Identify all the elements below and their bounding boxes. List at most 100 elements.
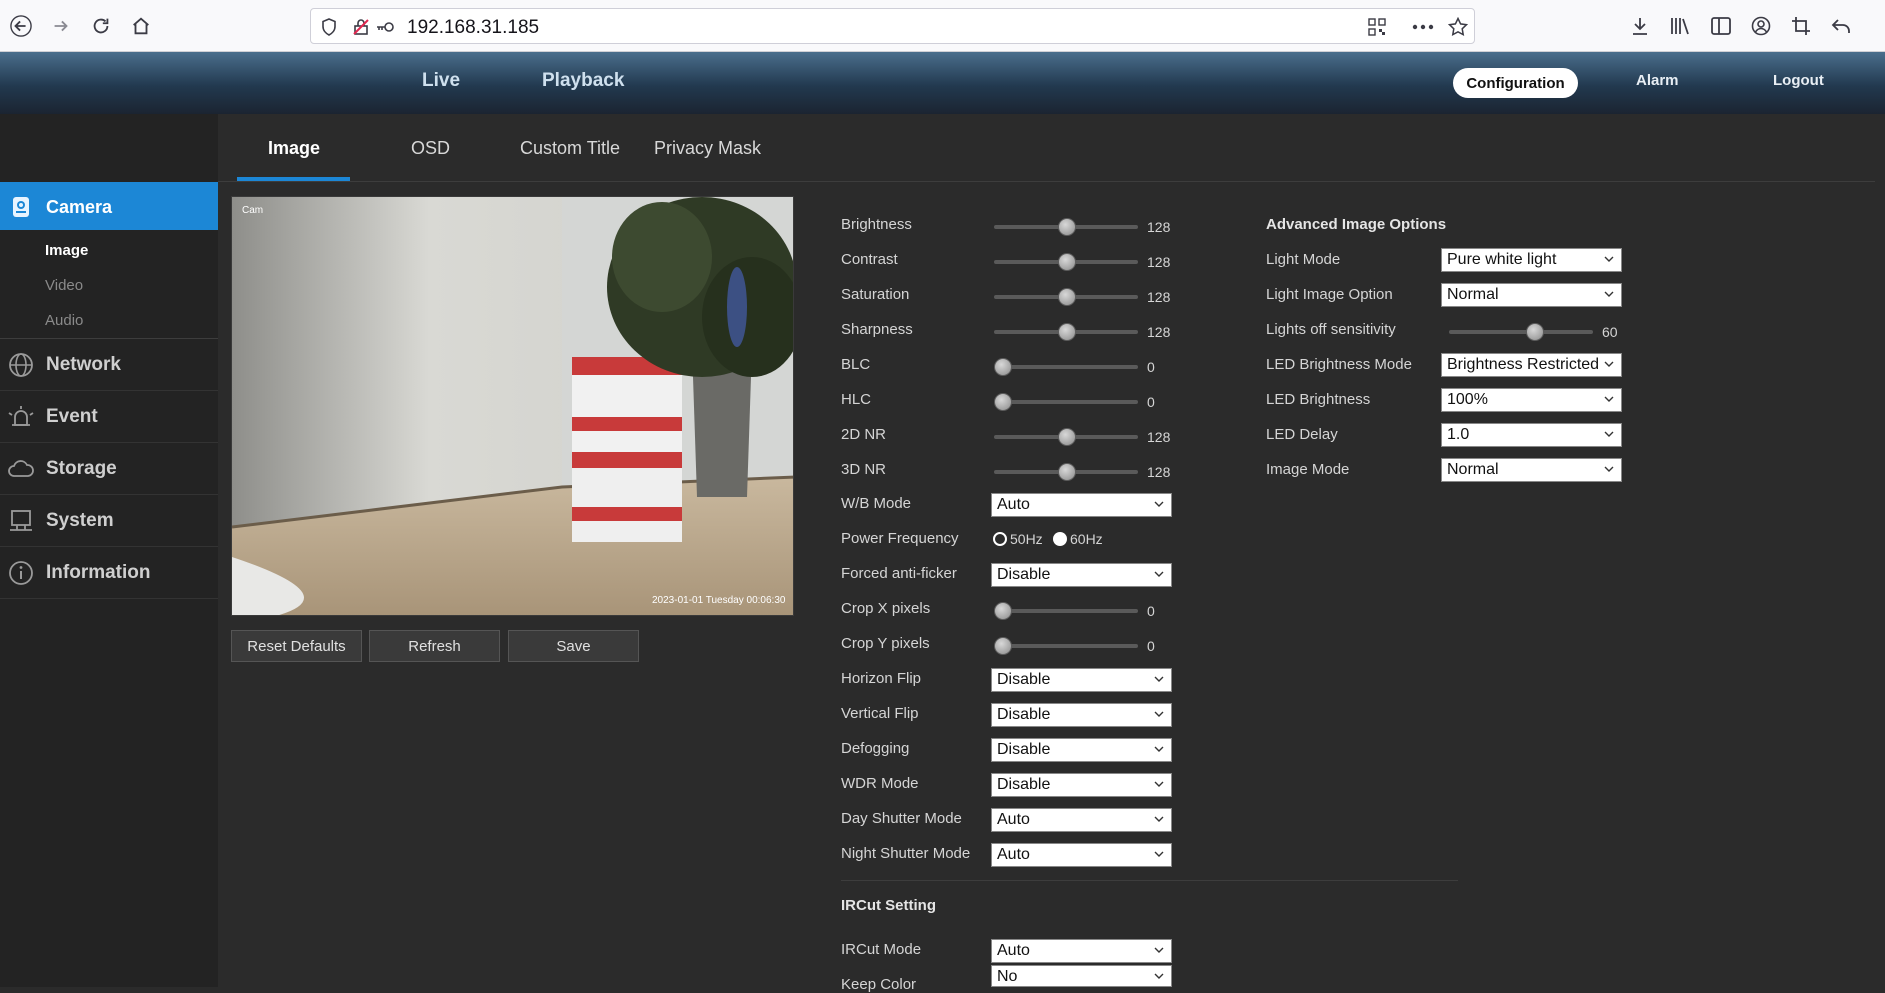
led-brightness-mode-select[interactable]: Brightness Restricted [1441,353,1622,377]
settings-select[interactable]: Disable [991,668,1172,692]
sidebar-item-system[interactable]: System [0,495,218,547]
settings-select[interactable]: Disable [991,773,1172,797]
settings-select[interactable]: Auto [991,808,1172,832]
lights-off-sensitivity-handle[interactable] [1525,323,1544,341]
ircut-mode-label: IRCut Mode [841,941,922,958]
nav-alarm[interactable]: Alarm [1636,72,1679,89]
slider-handle[interactable] [1058,253,1076,271]
sidebar-camera-label[interactable]: Camera [46,197,112,218]
nav-live[interactable]: Live [422,70,460,92]
tab-image[interactable]: Image [268,138,320,159]
select-value: Auto [997,846,1030,863]
keep-color-select[interactable]: No [991,965,1172,987]
slider-value: 128 [1147,219,1171,235]
slider-handle[interactable] [994,393,1012,411]
back-icon[interactable] [6,11,36,41]
chevron-down-icon [1154,973,1164,979]
forced-antiflicker-select[interactable]: Disable [991,563,1172,587]
sidebar-sub-audio[interactable]: Audio [45,312,83,329]
nav-logout[interactable]: Logout [1773,72,1824,89]
lights-off-sensitivity-slider[interactable] [1449,330,1593,334]
sidebar-event-label: Event [46,405,98,427]
crop-icon[interactable] [1787,12,1815,40]
settings-select[interactable]: Disable [991,738,1172,762]
chevron-down-icon [1154,571,1164,577]
sidebar-toggle-icon[interactable] [1707,12,1735,40]
crop-y-slider[interactable] [994,644,1138,648]
select-label: Vertical Flip [841,705,919,722]
network-globe-icon [6,350,36,380]
led-delay-value: 1.0 [1447,426,1470,443]
sidebar-item-storage[interactable]: Storage [0,443,218,495]
insecure-lock-icon[interactable] [351,18,371,36]
slider-handle[interactable] [1058,463,1076,481]
crop-y-slider-handle[interactable] [994,637,1012,655]
bookmark-star-icon[interactable] [1447,17,1469,36]
reset-defaults-button[interactable]: Reset Defaults [231,630,362,662]
download-icon[interactable] [1626,12,1654,40]
address-bar[interactable]: 192.168.31.185 [310,8,1475,44]
settings-select[interactable]: Auto [991,843,1172,867]
sidebar-item-camera[interactable] [0,182,228,230]
slider-value: 128 [1147,254,1171,270]
image-mode-select[interactable]: Normal [1441,458,1622,482]
forced-antiflicker-value: Disable [997,566,1051,583]
tab-privacy-mask[interactable]: Privacy Mask [654,138,761,159]
select-value: Auto [997,811,1030,828]
slider-label: 3D NR [841,461,887,478]
reload-icon[interactable] [86,11,116,41]
key-icon[interactable] [375,18,395,36]
slider-label: Sharpness [841,321,913,338]
home-icon[interactable] [126,11,156,41]
slider-handle[interactable] [994,358,1012,376]
slider-handle[interactable] [1058,323,1076,341]
settings-select[interactable]: Disable [991,703,1172,727]
slider-track[interactable] [994,400,1138,404]
more-icon[interactable] [1410,18,1436,36]
slider-handle[interactable] [1058,288,1076,306]
main-content: Image OSD Custom Title Privacy Mask Cam … [218,114,1875,993]
qr-code-icon[interactable] [1367,18,1387,36]
chevron-down-icon [1604,256,1614,262]
crop-y-value: 0 [1147,638,1155,654]
radio-60hz[interactable] [1053,532,1067,546]
led-brightness-select[interactable]: 100% [1441,388,1622,412]
shield-icon[interactable] [319,18,339,36]
slider-track[interactable] [994,365,1138,369]
forward-icon[interactable] [46,11,76,41]
refresh-button[interactable]: Refresh [369,630,500,662]
tab-custom-title[interactable]: Custom Title [520,138,620,159]
slider-handle[interactable] [1058,428,1076,446]
alarm-bell-icon [6,402,36,432]
undo-icon[interactable] [1827,12,1855,40]
sidebar-sub-video[interactable]: Video [45,277,83,294]
video-preview[interactable]: Cam 2023-01-01 Tuesday 00:06:30 [231,196,794,616]
ircut-mode-select[interactable]: Auto [991,939,1172,963]
slider-value: 0 [1147,394,1155,410]
slider-handle[interactable] [1058,218,1076,236]
chevron-down-icon [1154,746,1164,752]
chevron-down-icon [1154,711,1164,717]
crop-x-slider[interactable] [994,609,1138,613]
account-icon[interactable] [1747,12,1775,40]
radio-50hz[interactable] [993,532,1007,546]
keep-color-value: No [997,968,1018,985]
led-delay-select[interactable]: 1.0 [1441,423,1622,447]
light-image-option-select[interactable]: Normal [1441,283,1622,307]
library-icon[interactable] [1667,12,1695,40]
sidebar: Camera Image Video Audio Network Event S… [0,114,228,987]
crop-x-slider-handle[interactable] [994,602,1012,620]
nav-configuration[interactable]: Configuration [1453,68,1578,98]
light-mode-select[interactable]: Pure white light [1441,248,1622,272]
nav-playback[interactable]: Playback [542,70,624,92]
url-text[interactable]: 192.168.31.185 [407,17,539,39]
select-label: Day Shutter Mode [841,810,962,827]
sidebar-item-information[interactable]: Information [0,547,218,599]
save-button[interactable]: Save [508,630,639,662]
sidebar-sub-image[interactable]: Image [45,242,88,259]
tab-osd[interactable]: OSD [411,138,450,159]
keep-color-label: Keep Color [841,976,917,993]
sidebar-item-network[interactable]: Network [0,339,218,391]
sidebar-item-event[interactable]: Event [0,391,218,443]
wb-mode-select[interactable]: Auto [991,493,1172,517]
